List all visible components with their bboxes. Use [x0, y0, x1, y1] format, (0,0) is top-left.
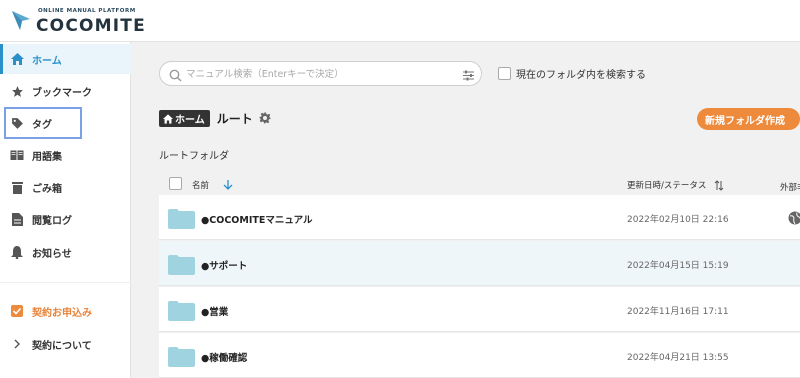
sidebar-divider — [0, 282, 131, 283]
folder-date: 2022年04月15日 15:19 — [627, 261, 729, 271]
search-current-folder-label: 現在のフォルダ内を検索する — [516, 70, 646, 81]
breadcrumb-current: ルート — [216, 112, 253, 126]
document-icon — [10, 212, 24, 226]
tag-icon — [10, 116, 24, 130]
trash-icon — [10, 180, 24, 194]
table-header: 名前 更新日時/ステータス 外部非 — [159, 174, 800, 194]
folder-icon — [168, 300, 195, 325]
sidebar-item-trash[interactable]: ごみ箱 — [0, 172, 131, 202]
gear-icon[interactable] — [259, 109, 271, 128]
search-current-folder-checkbox[interactable] — [498, 67, 511, 80]
table-row[interactable]: ●稼働確認 2022年04月21日 13:55 — [159, 333, 800, 378]
search-icon — [169, 67, 182, 86]
chevron-right-icon — [10, 337, 24, 351]
table-row[interactable]: ●営業 2022年11月16日 17:11 — [159, 287, 800, 332]
folder-date: 2022年11月16日 17:11 — [627, 307, 729, 317]
search-box — [159, 61, 482, 86]
sidebar-item-contract-apply[interactable]: 契約お申込み — [0, 296, 131, 326]
sidebar-item-label: 用語集 — [32, 151, 62, 163]
top-header: ONLINE MANUAL PLATFORM COCOMITE — [0, 0, 800, 42]
select-all-checkbox[interactable] — [169, 177, 182, 190]
column-date[interactable]: 更新日時/ステータス — [627, 179, 724, 191]
table-row[interactable]: ●COCOMITEマニュアル 2022年02月10日 22:16 — [159, 195, 800, 240]
folder-name[interactable]: ●サポート — [201, 258, 247, 272]
globe-icon — [788, 210, 800, 229]
sidebar-item-home[interactable]: ホーム — [0, 44, 131, 74]
sidebar-item-label: タグ — [32, 119, 52, 131]
folder-name[interactable]: ●稼働確認 — [201, 350, 247, 364]
sidebar-item-glossary[interactable]: 用語集 — [0, 140, 131, 170]
folder-date: 2022年02月10日 22:16 — [627, 215, 729, 225]
sidebar-item-contract-info[interactable]: 契約について — [0, 329, 131, 359]
star-icon — [10, 84, 24, 98]
sidebar-item-label: ごみ箱 — [32, 183, 62, 195]
search-input[interactable] — [186, 65, 446, 83]
sort-toggle-icon — [715, 179, 724, 191]
new-folder-button[interactable]: 新規フォルダ作成 — [697, 108, 800, 130]
sidebar-item-bookmark[interactable]: ブックマーク — [0, 76, 131, 106]
column-external: 外部非 — [780, 183, 800, 193]
book-icon — [10, 148, 24, 162]
breadcrumb-home[interactable]: ホーム — [159, 110, 210, 127]
logo-tagline: ONLINE MANUAL PLATFORM — [38, 8, 136, 14]
folder-name[interactable]: ●COCOMITEマニュアル — [201, 212, 313, 226]
folder-date: 2022年04月21日 13:55 — [627, 353, 729, 363]
sidebar: ホーム ブックマーク タグ 用語集 ごみ箱 閲覧ログ お知らせ 契約お申込み 契… — [0, 42, 131, 378]
sidebar-item-label: ブックマーク — [32, 87, 92, 99]
home-icon — [10, 52, 24, 66]
breadcrumb-home-label: ホーム — [175, 115, 205, 126]
folder-name[interactable]: ●営業 — [201, 304, 228, 318]
search-current-folder-option[interactable]: 現在のフォルダ内を検索する — [498, 66, 646, 81]
folder-icon — [168, 346, 195, 371]
sidebar-item-label: 閲覧ログ — [32, 215, 72, 227]
column-date-label: 更新日時/ステータス — [627, 181, 707, 191]
folder-icon — [168, 208, 195, 233]
column-name[interactable]: 名前 — [192, 179, 233, 191]
breadcrumb: ホーム ルート — [159, 109, 271, 128]
cocomite-logo[interactable]: ONLINE MANUAL PLATFORM COCOMITE — [8, 6, 145, 36]
logo-arrow-icon — [12, 11, 30, 30]
sidebar-item-label: 契約お申込み — [32, 307, 92, 319]
bell-icon — [10, 245, 24, 259]
sort-down-arrow-icon — [223, 180, 233, 190]
checkbox-icon — [10, 304, 24, 318]
folder-icon — [168, 254, 195, 279]
sidebar-item-label: お知らせ — [32, 248, 72, 260]
sidebar-item-notifications[interactable]: お知らせ — [0, 237, 131, 267]
sidebar-item-tag[interactable]: タグ — [4, 107, 82, 139]
sidebar-item-label: ホーム — [32, 55, 62, 67]
table-row[interactable]: ●サポート 2022年04月15日 15:19 — [159, 241, 800, 286]
section-title: ルートフォルダ — [159, 151, 229, 162]
column-name-label: 名前 — [192, 181, 210, 191]
sidebar-item-label: 契約について — [32, 340, 92, 352]
sidebar-item-view-log[interactable]: 閲覧ログ — [0, 204, 131, 234]
logo-brand: COCOMITE — [36, 16, 146, 36]
filter-settings-icon[interactable] — [462, 67, 475, 86]
home-icon — [163, 113, 173, 124]
